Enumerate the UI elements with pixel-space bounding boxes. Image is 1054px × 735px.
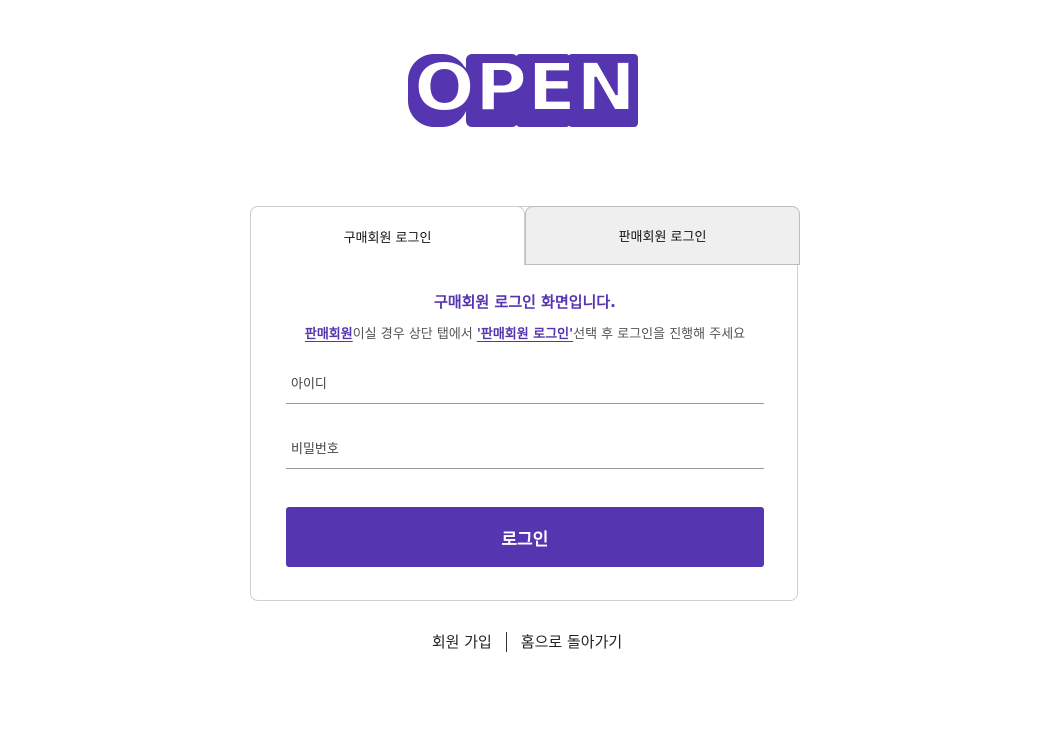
login-button[interactable]: 로그인 (286, 507, 764, 567)
signup-link[interactable]: 회원 가입 (432, 631, 492, 652)
seller-tab-link[interactable]: '판매회원 로그인' (477, 327, 573, 342)
password-input[interactable] (286, 431, 764, 469)
login-page: OPEN 구매회원 로그인 판매회원 로그인 구매회원 로그인 화면입니다. 판… (0, 0, 1054, 735)
logo-text: OPEN (414, 49, 636, 126)
notice-text-1: 이실 경우 상단 탭에서 (352, 327, 477, 342)
id-input[interactable] (286, 366, 764, 404)
login-card: 구매회원 로그인 판매회원 로그인 구매회원 로그인 화면입니다. 판매회원이실… (250, 206, 800, 601)
login-tabs: 구매회원 로그인 판매회원 로그인 (250, 206, 800, 265)
seller-notice: 판매회원이실 경우 상단 탭에서 '판매회원 로그인'선택 후 로그인을 진행해… (251, 323, 799, 342)
seller-link[interactable]: 판매회원 (305, 327, 353, 342)
link-divider (505, 631, 507, 652)
notice-text-2: 선택 후 로그인을 진행해 주세요 (573, 327, 746, 342)
page-title: 구매회원 로그인 화면입니다. (434, 293, 616, 311)
tab-buyer-login[interactable]: 구매회원 로그인 (250, 206, 525, 265)
tab-seller-login[interactable]: 판매회원 로그인 (525, 206, 800, 265)
home-link[interactable]: 홈으로 돌아가기 (521, 631, 622, 652)
bottom-links: 회원 가입 홈으로 돌아가기 (0, 631, 1054, 652)
open-logo[interactable]: OPEN (404, 48, 644, 132)
